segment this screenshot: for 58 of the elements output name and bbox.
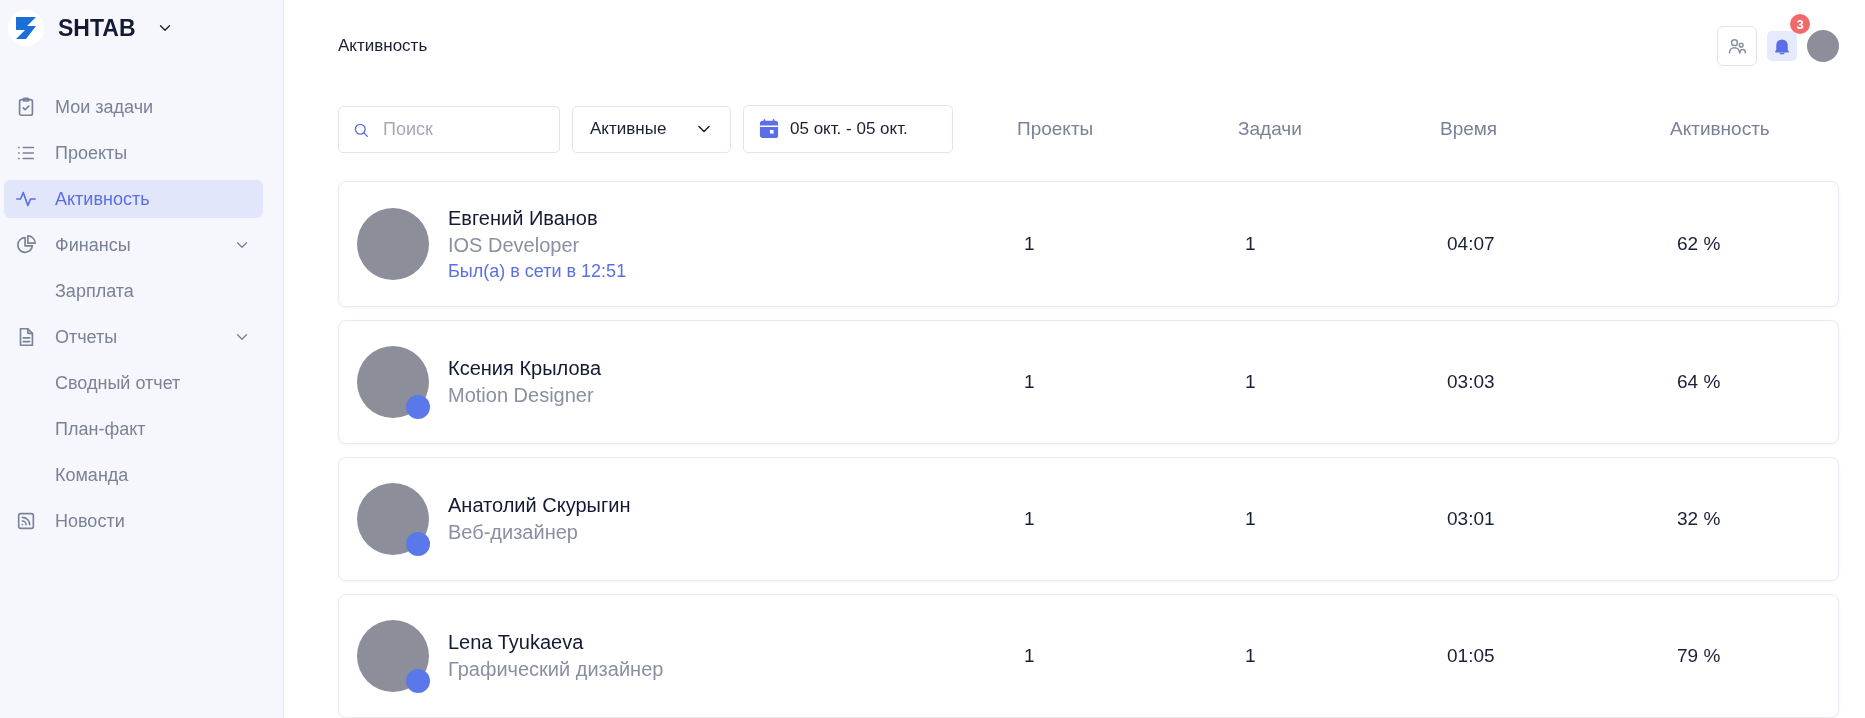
sidebar-subitem[interactable]: План-факт	[4, 410, 263, 448]
table-cell-text: 32 %	[1676, 508, 1722, 530]
sidebar-item[interactable]: Отчеты	[4, 318, 263, 356]
table-cell-text: 79 %	[1676, 645, 1722, 667]
user-name: Анатолий Скурыгин	[448, 494, 631, 517]
people-icon	[1727, 36, 1747, 56]
table-cell-text: 64 %	[1676, 371, 1722, 393]
date-range-picker[interactable]: 05 окт. - 05 окт.	[743, 105, 953, 153]
user-card[interactable]: Евгений Иванов IOS Developer Был(а) в сети в 12:51 1 1 04:07 62 %	[338, 181, 1839, 307]
pie-chart-icon	[15, 234, 37, 256]
table-cell-text: 1	[1244, 645, 1257, 667]
user-name: Евгений Иванов	[448, 206, 599, 230]
user-role: Графический дизайнер	[448, 658, 664, 681]
user-card[interactable]: Анатолий Скурыгин Веб-дизайнер 1 1 03:01 32 %	[338, 457, 1839, 581]
last-seen-text: Был(а) в сети в 12:51	[448, 260, 627, 282]
sidebar-subitem[interactable]: Зарплата	[4, 272, 263, 310]
column-header[interactable]: Задачи	[1238, 118, 1440, 140]
user-role: IOS Developer	[448, 233, 581, 257]
table-cell-text: 1	[1244, 233, 1257, 255]
notifications-button[interactable]	[1767, 31, 1797, 61]
column-header[interactable]: Время	[1440, 118, 1670, 140]
rss-icon	[15, 510, 37, 532]
table-cell-text: 03:01	[1446, 508, 1496, 530]
table-cell-text: 62 %	[1676, 233, 1722, 255]
table-cell-text: 1	[1244, 508, 1257, 530]
sidebar-subitem[interactable]: Сводный отчет	[4, 364, 263, 402]
table-cell-text: 03:03	[1446, 371, 1496, 393]
sidebar-item[interactable]: Новости	[4, 502, 263, 540]
sidebar-subitem[interactable]: Команда	[4, 456, 263, 494]
user-name: Lena Tyukaeva	[448, 631, 585, 654]
sidebar-item[interactable]: Мои задачи	[4, 88, 263, 126]
user-role: Motion Designer	[448, 384, 595, 407]
column-header[interactable]: Проекты	[1017, 118, 1238, 140]
page-title: Активность	[338, 36, 428, 56]
status-dropdown[interactable]: Активные	[572, 105, 731, 153]
app-name: SHTAB	[58, 14, 136, 42]
user-name: Ксения Крылова	[448, 357, 602, 380]
notification-badge: 3	[1790, 14, 1810, 34]
table-cell-text: 1	[1023, 508, 1036, 530]
bell-icon	[1772, 36, 1792, 56]
table-cell-text: 1	[1244, 371, 1257, 393]
sidebar-item[interactable]: Финансы	[4, 226, 263, 264]
calendar-icon	[758, 118, 780, 140]
sidebar-item[interactable]: Проекты	[4, 134, 263, 172]
table-cell-text: 1	[1023, 371, 1036, 393]
team-button[interactable]	[1717, 26, 1757, 66]
table-cell-text: 1	[1023, 233, 1036, 255]
user-card[interactable]: Ксения Крылова Motion Designer 1 1 03:03 64 %	[338, 320, 1839, 444]
column-header[interactable]: Активность	[1670, 118, 1839, 140]
user-card[interactable]: Lena Tyukaeva Графический дизайнер 1 1 01:05 79 %	[338, 594, 1839, 718]
sidebar-item[interactable]: Активность	[4, 180, 263, 218]
user-role: Веб-дизайнер	[448, 521, 579, 544]
table-cell-text: 01:05	[1446, 645, 1496, 667]
search-field[interactable]: Поиск	[338, 105, 560, 153]
user-avatar[interactable]	[1807, 30, 1839, 62]
table-cell-text: 04:07	[1446, 233, 1496, 255]
logo-icon	[8, 10, 44, 46]
table-cell-text: 1	[1023, 645, 1036, 667]
